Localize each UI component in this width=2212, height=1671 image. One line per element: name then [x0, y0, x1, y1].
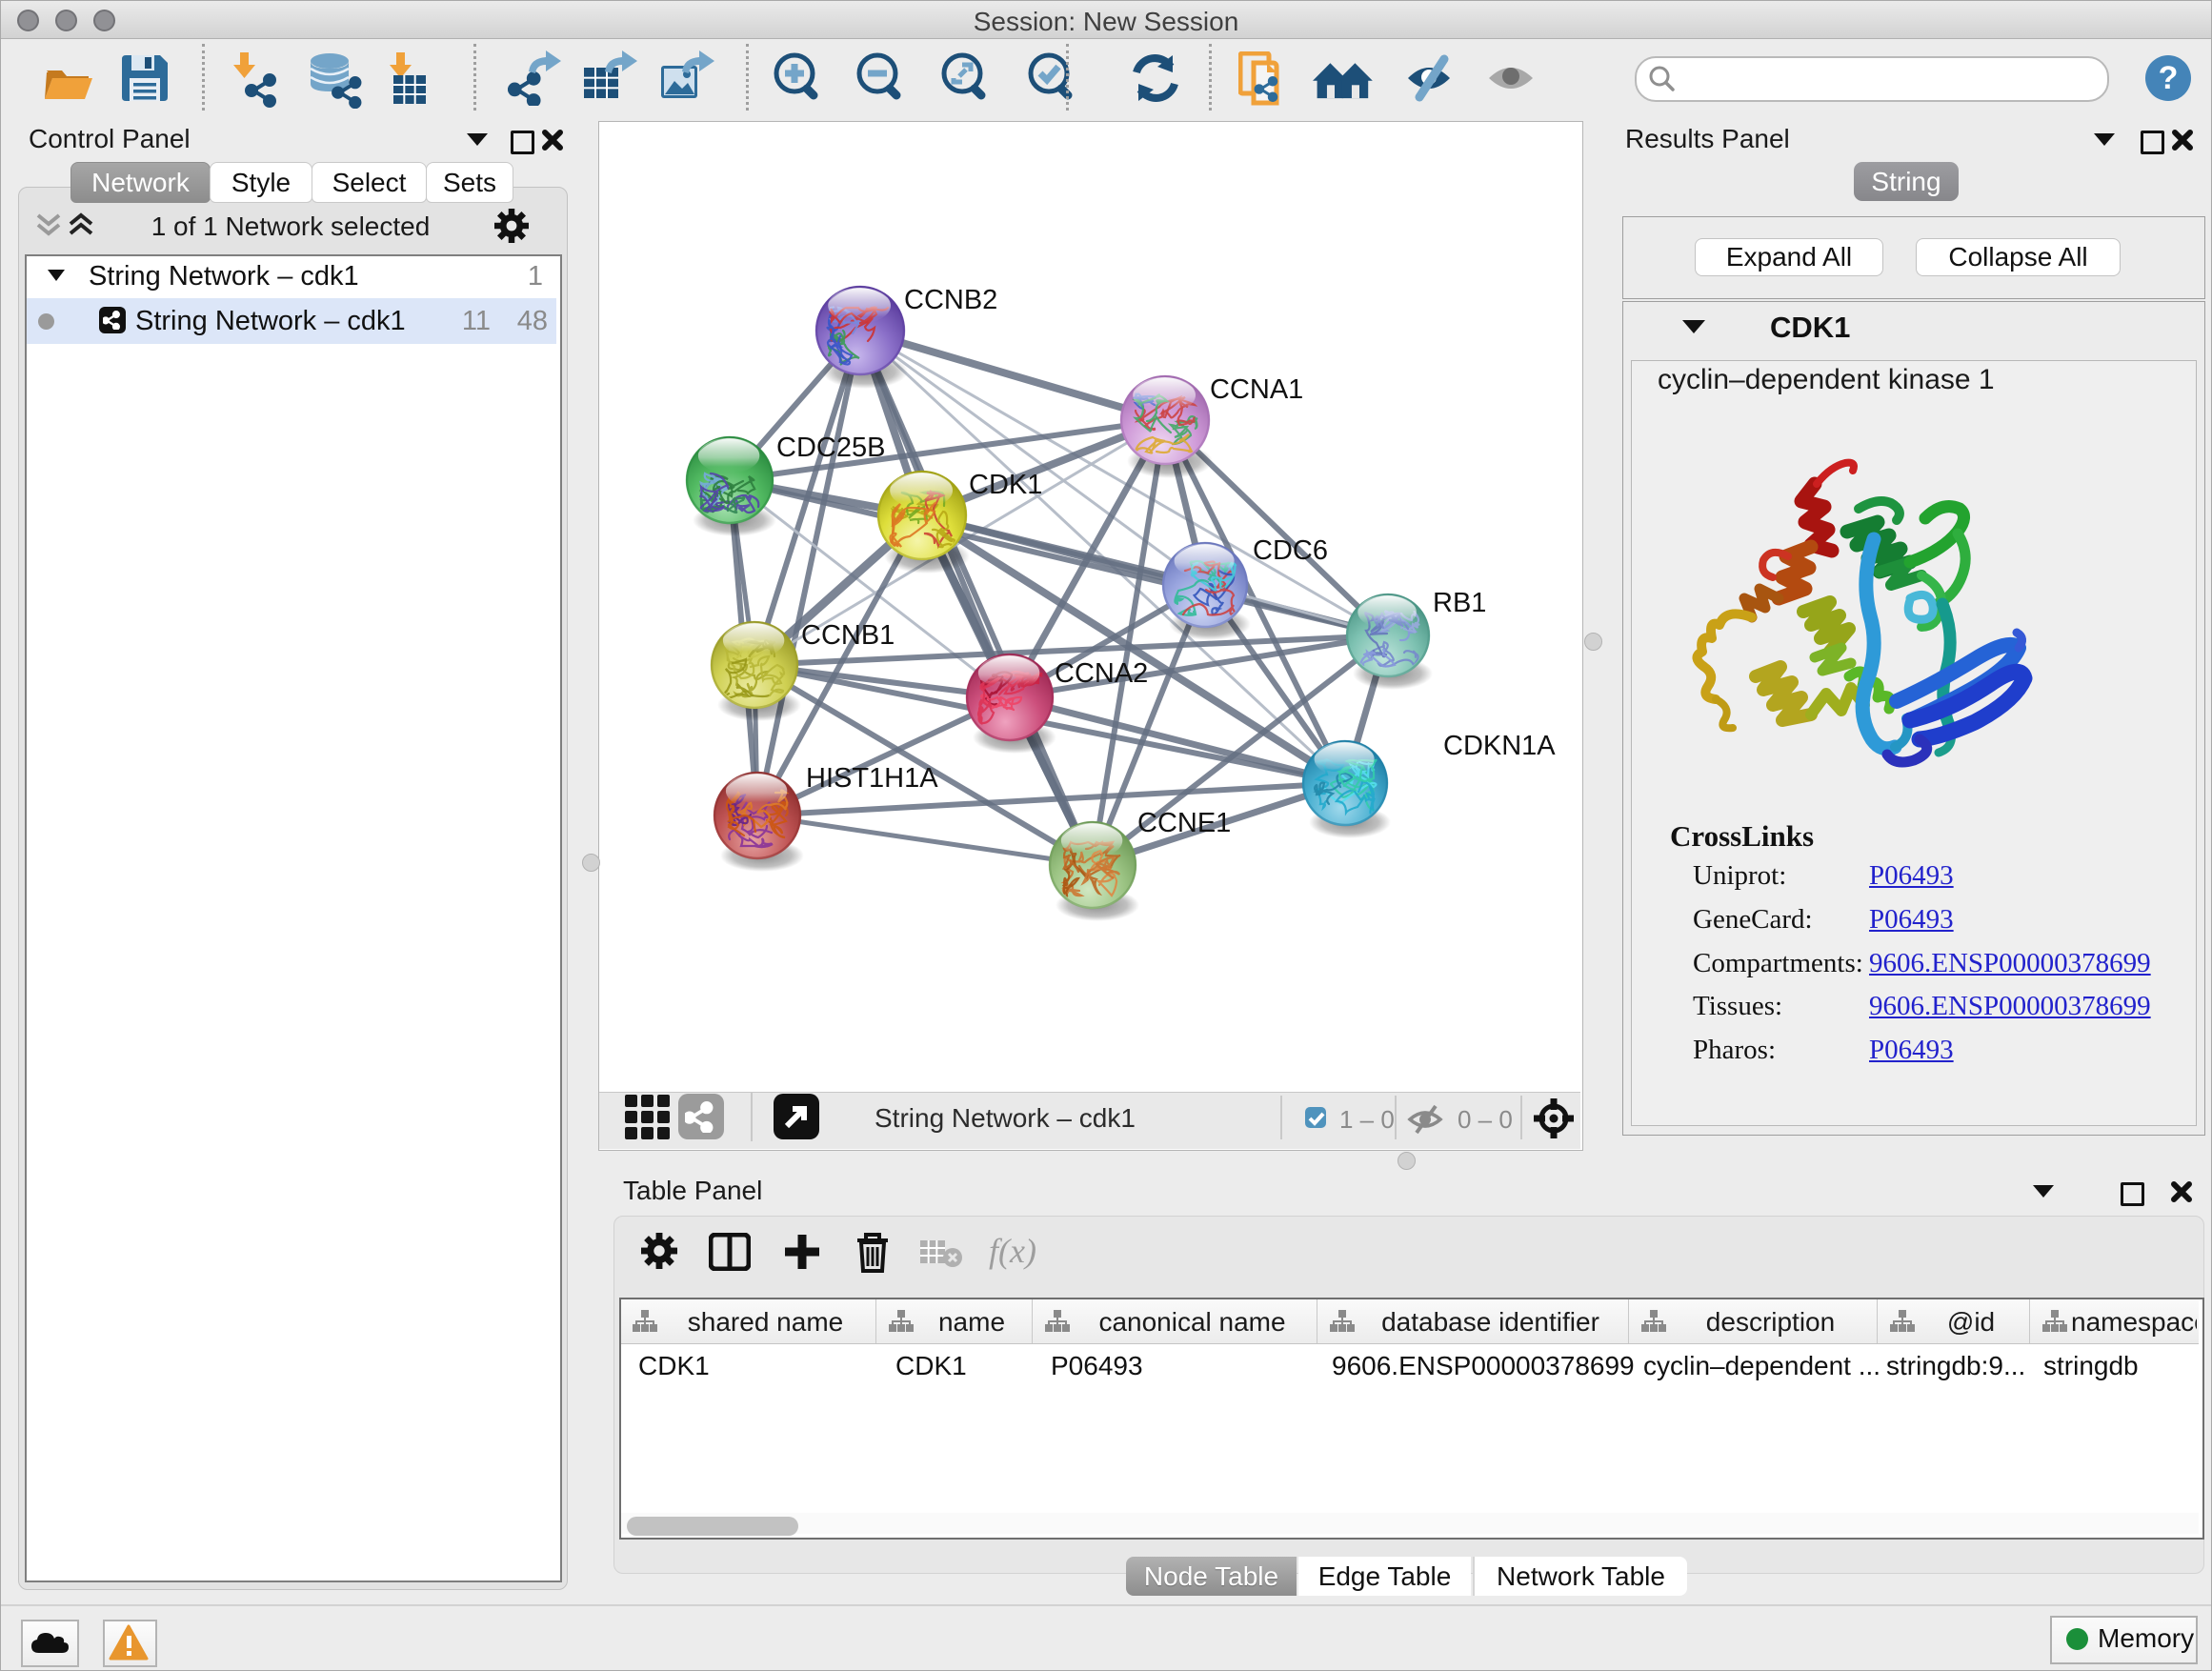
- svg-text:CDC25B: CDC25B: [776, 433, 885, 463]
- svg-text:CDKN1A: CDKN1A: [1443, 731, 1556, 761]
- svg-text:CDC6: CDC6: [1253, 535, 1328, 566]
- svg-text:CCNA1: CCNA1: [1210, 374, 1303, 405]
- svg-text:RB1: RB1: [1433, 588, 1486, 618]
- svg-text:CCNB2: CCNB2: [904, 285, 997, 315]
- svg-text:CDK1: CDK1: [969, 470, 1042, 500]
- svg-text:?: ?: [2159, 60, 2179, 96]
- svg-text:CCNE1: CCNE1: [1137, 808, 1231, 838]
- svg-text:HIST1H1A: HIST1H1A: [806, 763, 938, 794]
- svg-text:CCNA2: CCNA2: [1055, 658, 1148, 689]
- svg-text:CCNB1: CCNB1: [801, 620, 895, 651]
